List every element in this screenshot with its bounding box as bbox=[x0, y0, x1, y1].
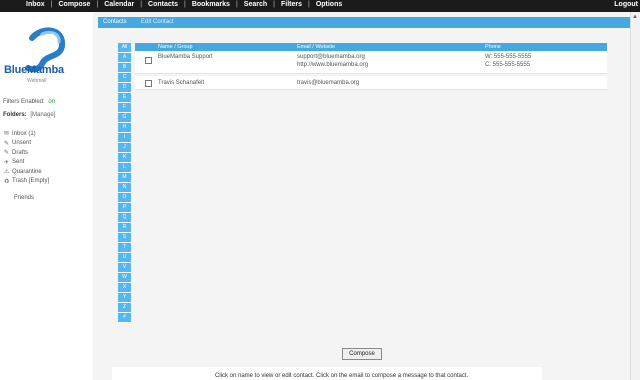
alphabet-letter[interactable]: X bbox=[118, 283, 131, 293]
alphabet-letter[interactable]: V bbox=[118, 263, 131, 273]
alphabet-letter[interactable]: J bbox=[118, 143, 131, 153]
folder-list: ✉ Inbox (1) ✎ Unsent ✎ Drafts ✈ Sent ⚠ Q… bbox=[4, 129, 49, 186]
friends-link[interactable]: Friends bbox=[14, 195, 34, 201]
alphabet-letter[interactable]: S bbox=[118, 233, 131, 243]
compose-button[interactable]: Compose bbox=[342, 348, 382, 360]
alphabet-letter[interactable]: All bbox=[118, 43, 131, 53]
alphabet-letter[interactable]: A bbox=[118, 53, 131, 63]
nav-compose[interactable]: Compose bbox=[53, 1, 97, 8]
alphabet-letter[interactable]: O bbox=[118, 193, 131, 203]
alphabet-letter[interactable]: Z bbox=[118, 303, 131, 313]
inbox-icon: ✉ bbox=[4, 131, 10, 138]
contacts-tab-bar: Contacts Edit Contact bbox=[98, 17, 630, 28]
table-row: BlueMamba Support support@bluemamba.org … bbox=[135, 51, 607, 74]
alphabet-letter[interactable]: G bbox=[118, 113, 131, 123]
contact-website-link[interactable]: http://www.bluemamba.org bbox=[297, 61, 368, 69]
contact-email-link[interactable]: support@bluemamba.org bbox=[297, 53, 365, 61]
alphabet-letter[interactable]: T bbox=[118, 243, 131, 253]
alphabet-index: All A B C D E F G H I J K L M N O P Q R S T U V W X Y Z # bbox=[118, 43, 131, 323]
alphabet-letter[interactable]: D bbox=[118, 83, 131, 93]
alphabet-letter[interactable]: M bbox=[118, 173, 131, 183]
nav-inbox[interactable]: Inbox bbox=[20, 1, 51, 8]
alphabet-letter[interactable]: N bbox=[118, 183, 131, 193]
top-navigation-bar: Inbox | Compose | Calendar | Contacts | … bbox=[0, 0, 640, 12]
filters-label: Filters Enabled: bbox=[3, 99, 45, 105]
folder-inbox[interactable]: ✉ Inbox (1) bbox=[4, 129, 49, 139]
folder-label: Quarantine bbox=[12, 168, 42, 175]
contacts-table: Name / Group Email / Website Phone BlueM… bbox=[135, 43, 607, 90]
alphabet-letter[interactable]: F bbox=[118, 103, 131, 113]
folder-drafts[interactable]: ✎ Drafts bbox=[4, 148, 49, 158]
tab-contacts[interactable]: Contacts bbox=[103, 19, 127, 25]
folder-trash[interactable]: ♻ Trash [Empty] bbox=[4, 177, 49, 187]
row-checkbox[interactable] bbox=[145, 80, 152, 87]
sent-icon: ✈ bbox=[4, 159, 10, 166]
table-header: Name / Group Email / Website Phone bbox=[135, 43, 607, 51]
folder-label: Unsent bbox=[12, 140, 32, 147]
alphabet-letter[interactable]: # bbox=[118, 313, 131, 323]
alphabet-letter[interactable]: E bbox=[118, 93, 131, 103]
alphabet-letter[interactable]: U bbox=[118, 253, 131, 263]
page-scrollbar[interactable]: ▲ bbox=[630, 12, 640, 380]
alphabet-letter[interactable]: B bbox=[118, 63, 131, 73]
alphabet-letter[interactable]: L bbox=[118, 163, 131, 173]
contact-name-link[interactable]: Travis Schanafelt bbox=[158, 79, 204, 87]
alphabet-letter[interactable]: R bbox=[118, 223, 131, 233]
folder-label: Sent bbox=[12, 159, 25, 166]
folders-label: Folders: bbox=[3, 112, 27, 118]
nav-options[interactable]: Options bbox=[310, 1, 348, 8]
table-row: Travis Schanafelt travis@bluemamba.org bbox=[135, 76, 607, 90]
nav-contacts[interactable]: Contacts bbox=[142, 1, 184, 8]
alphabet-letter[interactable]: I bbox=[118, 133, 131, 143]
folder-unsent[interactable]: ✎ Unsent bbox=[4, 139, 49, 149]
scroll-up-icon[interactable]: ▲ bbox=[632, 14, 638, 20]
trash-icon: ♻ bbox=[4, 178, 10, 185]
nav-bookmarks[interactable]: Bookmarks bbox=[186, 1, 236, 8]
alphabet-letter[interactable]: K bbox=[118, 153, 131, 163]
contacts-panel: Contacts Edit Contact All A B C D E F G H I J K L M N O… bbox=[98, 17, 630, 380]
logo-text: BlueMamba bbox=[4, 64, 64, 76]
manage-folders-link[interactable]: [Manage] bbox=[30, 112, 55, 118]
folder-label: Drafts bbox=[12, 149, 29, 156]
alphabet-letter[interactable]: Q bbox=[118, 213, 131, 223]
logout-link[interactable]: Logout bbox=[614, 1, 638, 8]
quarantine-icon: ⚠ bbox=[4, 169, 10, 176]
folders-header: Folders: [Manage] bbox=[3, 112, 55, 118]
folder-label: Inbox (1) bbox=[12, 130, 36, 137]
contact-name-link[interactable]: BlueMamba Support bbox=[158, 53, 213, 61]
alphabet-letter[interactable]: C bbox=[118, 73, 131, 83]
contact-phone-work: W: 555-555-5555 bbox=[485, 54, 532, 60]
alphabet-letter[interactable]: P bbox=[118, 203, 131, 213]
filters-value[interactable]: on bbox=[48, 99, 55, 105]
nav-filters[interactable]: Filters bbox=[275, 1, 308, 8]
header-phone[interactable]: Phone bbox=[485, 44, 501, 50]
alphabet-letter[interactable]: Y bbox=[118, 293, 131, 303]
alphabet-letter[interactable]: H bbox=[118, 123, 131, 133]
sidebar: BlueMamba Webmail Filters Enabled: on Fo… bbox=[0, 12, 93, 380]
header-name[interactable]: Name / Group bbox=[158, 44, 193, 50]
contact-phone-cell: C: 555-555-5555 bbox=[485, 62, 531, 68]
nav-calendar[interactable]: Calendar bbox=[98, 1, 140, 8]
nav-items: Inbox | Compose | Calendar | Contacts | … bbox=[20, 1, 348, 8]
row-checkbox[interactable] bbox=[145, 57, 152, 64]
unsent-icon: ✎ bbox=[4, 140, 10, 147]
nav-search[interactable]: Search bbox=[238, 1, 273, 8]
filters-status: Filters Enabled: on bbox=[3, 99, 55, 105]
alphabet-letter[interactable]: W bbox=[118, 273, 131, 283]
tab-edit-contact[interactable]: Edit Contact bbox=[141, 19, 174, 25]
logo-subtitle: Webmail bbox=[27, 78, 47, 84]
header-email[interactable]: Email / Website bbox=[297, 44, 335, 50]
folder-label: Trash [Empty] bbox=[12, 178, 50, 185]
footer-hint: Click on name to view or edit contact. C… bbox=[112, 367, 542, 380]
contact-email-link[interactable]: travis@bluemamba.org bbox=[297, 79, 359, 87]
folder-quarantine[interactable]: ⚠ Quarantine bbox=[4, 167, 49, 177]
drafts-icon: ✎ bbox=[4, 150, 10, 157]
folder-sent[interactable]: ✈ Sent bbox=[4, 158, 49, 168]
